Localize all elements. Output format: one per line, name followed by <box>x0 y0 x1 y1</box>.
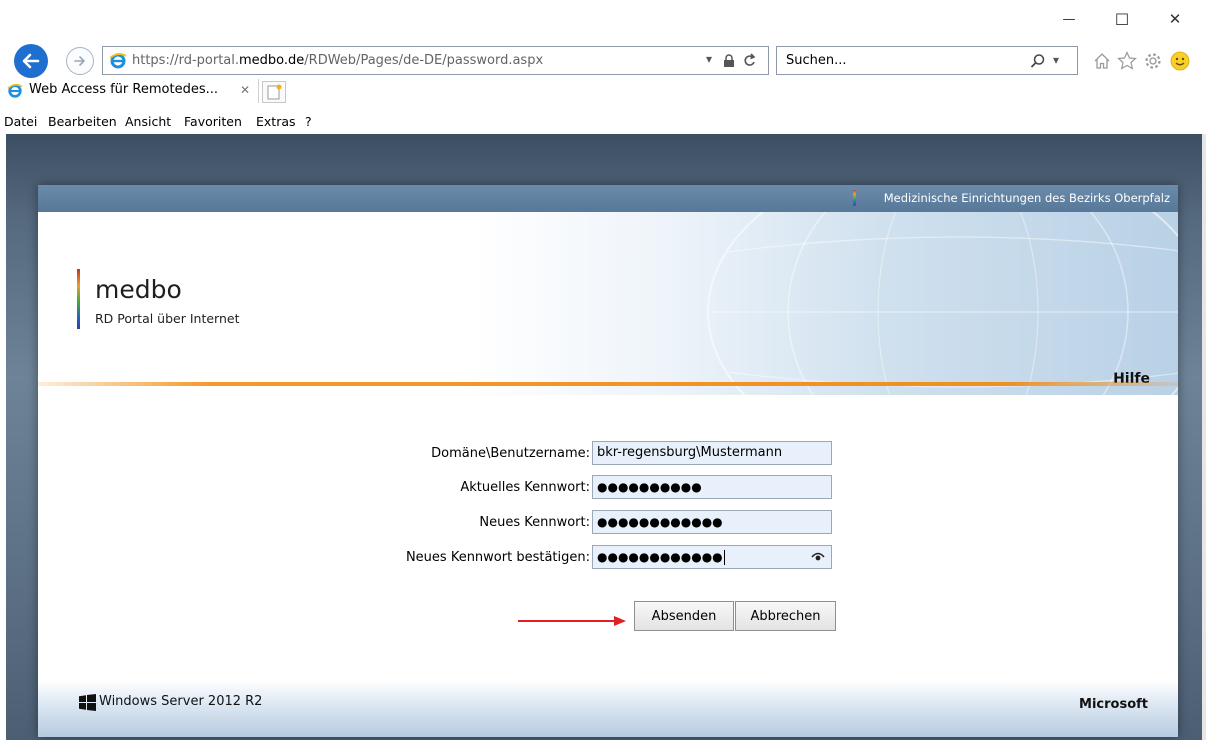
portal-banner: medbo RD Portal über Internet Hilfe <box>38 212 1178 395</box>
new-tab-button[interactable] <box>262 81 286 103</box>
back-button[interactable] <box>14 44 48 78</box>
search-box[interactable]: Suchen... ▾ <box>776 46 1078 75</box>
home-icon[interactable] <box>1093 52 1111 70</box>
minimize-icon: — <box>1062 11 1076 27</box>
brand-color-stripe <box>77 269 80 329</box>
close-window-button[interactable]: ✕ <box>1152 8 1198 30</box>
portal-header-bar: Medizinische Einrichtungen des Bezirks O… <box>38 185 1178 212</box>
settings-gear-icon[interactable] <box>1144 52 1162 70</box>
brand-name: medbo <box>95 275 182 304</box>
windows-logo-icon <box>79 694 96 711</box>
red-arrow-annotation <box>518 616 626 626</box>
url-path: /RDWeb/Pages/de-DE/password.aspx <box>304 53 544 68</box>
url-text: https://rd-portal.medbo.de/RDWeb/Pages/d… <box>132 53 543 68</box>
cancel-button[interactable]: Abbrechen <box>735 601 836 631</box>
maximize-icon: ☐ <box>1114 9 1130 29</box>
portal-footer: Windows Server 2012 R2 Microsoft <box>38 681 1178 737</box>
menu-item-ansicht[interactable]: Ansicht <box>125 114 171 129</box>
text-caret <box>723 550 725 565</box>
address-dropdown-icon[interactable]: ▾ <box>706 52 712 66</box>
username-field[interactable]: bkr-regensburg\Mustermann <box>592 441 832 465</box>
smiley-feedback-icon[interactable] <box>1170 51 1190 71</box>
search-icon[interactable] <box>1030 53 1046 69</box>
username-label: Domäne\Benutzername: <box>431 446 590 461</box>
address-bar[interactable]: https://rd-portal.medbo.de/RDWeb/Pages/d… <box>102 46 769 75</box>
current-password-label: Aktuelles Kennwort: <box>460 480 590 495</box>
page-viewport: Medizinische Einrichtungen des Bezirks O… <box>6 134 1202 740</box>
new-tab-icon <box>267 84 282 100</box>
menu-bar: Datei Bearbeiten Ansicht Favoriten Extra… <box>0 111 1206 133</box>
scrollbar[interactable] <box>1202 134 1206 740</box>
current-password-field[interactable]: ●●●●●●●●●● <box>592 475 832 499</box>
maximize-button[interactable]: ☐ <box>1099 8 1145 30</box>
tab-close-icon[interactable]: ✕ <box>240 83 250 97</box>
globe-background <box>707 212 1178 395</box>
portal-subtitle: RD Portal über Internet <box>95 311 240 326</box>
url-prefix: https://rd-portal. <box>132 53 240 68</box>
refresh-icon[interactable] <box>743 53 757 68</box>
rd-portal-panel: Medizinische Einrichtungen des Bezirks O… <box>38 185 1178 737</box>
favorites-star-icon[interactable] <box>1117 51 1137 70</box>
menu-item-help[interactable]: ? <box>305 114 312 129</box>
new-password-field[interactable]: ●●●●●●●●●●●● <box>592 510 832 534</box>
tab-web-access[interactable]: Web Access für Remotedes... ✕ <box>0 79 259 103</box>
forward-button[interactable] <box>66 47 94 75</box>
search-dropdown-icon[interactable]: ▾ <box>1053 53 1059 67</box>
browser-window: — ☐ ✕ https://rd-portal.medbo.de/RDWeb/P… <box>0 0 1206 740</box>
confirm-password-value: ●●●●●●●●●●●● <box>597 550 723 564</box>
reveal-password-icon[interactable] <box>811 551 825 563</box>
microsoft-label: Microsoft <box>1079 697 1148 712</box>
confirm-password-label: Neues Kennwort bestätigen: <box>405 550 590 565</box>
lock-icon <box>724 54 734 67</box>
minimize-button[interactable]: — <box>1046 8 1092 30</box>
ie-logo-icon <box>109 53 127 69</box>
new-password-label: Neues Kennwort: <box>479 515 590 530</box>
menu-item-datei[interactable]: Datei <box>4 114 37 129</box>
menu-item-extras[interactable]: Extras <box>256 114 296 129</box>
accent-divider <box>38 382 1178 386</box>
windows-server-label: Windows Server 2012 R2 <box>99 694 263 709</box>
close-icon: ✕ <box>1168 10 1182 28</box>
org-name: Medizinische Einrichtungen des Bezirks O… <box>883 191 1170 205</box>
org-color-stripe <box>853 190 856 206</box>
confirm-password-field[interactable]: ●●●●●●●●●●●● <box>592 545 832 569</box>
menu-item-favoriten[interactable]: Favoriten <box>184 114 242 129</box>
url-domain: medbo.de <box>239 53 305 68</box>
arrow-right-icon <box>74 56 85 66</box>
arrow-left-icon <box>22 53 40 69</box>
search-placeholder: Suchen... <box>786 53 847 68</box>
tab-favicon-icon <box>7 83 23 98</box>
submit-button[interactable]: Absenden <box>634 601 734 631</box>
tab-title: Web Access für Remotedes... <box>29 82 218 97</box>
menu-item-bearbeiten[interactable]: Bearbeiten <box>48 114 117 129</box>
